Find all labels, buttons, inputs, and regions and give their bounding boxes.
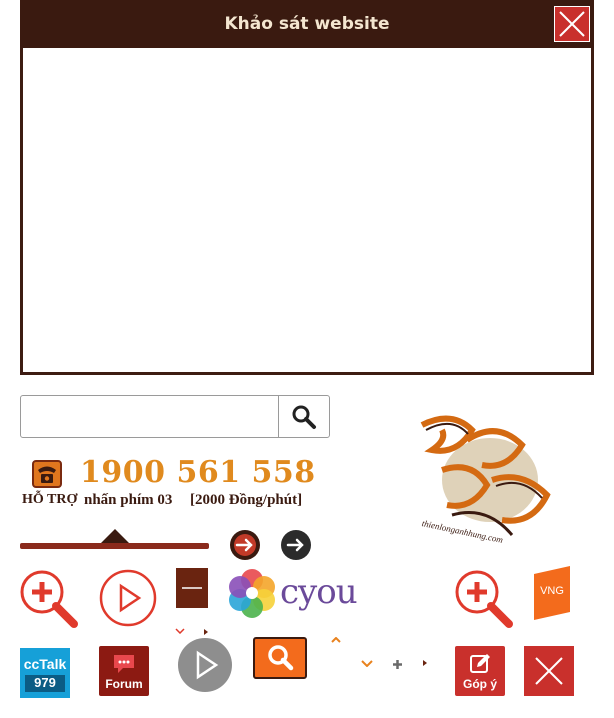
chevron-down-orange-icon[interactable]	[361, 660, 373, 667]
search-box	[20, 395, 330, 438]
close-tile-button[interactable]	[524, 646, 574, 696]
chat-bubble-icon	[114, 655, 134, 673]
vng-label: VNG	[540, 585, 564, 597]
search-icon	[292, 405, 316, 429]
cctalk-number-badge: 979	[25, 675, 65, 692]
minus-tile-button[interactable]	[176, 568, 208, 608]
cyou-logo-icon[interactable]	[227, 568, 277, 618]
telephone-icon	[32, 460, 62, 488]
forum-label: Forum	[105, 677, 143, 691]
search-icon-white	[268, 645, 294, 671]
chevron-up-icon[interactable]	[331, 637, 341, 643]
play-outline-icon[interactable]	[98, 568, 158, 628]
zoom-in-icon[interactable]	[18, 568, 80, 630]
divider-notch	[100, 529, 130, 544]
hotline-price: [2000 Đồng/phút]	[190, 492, 303, 508]
play-icon[interactable]	[177, 637, 233, 693]
feedback-tile[interactable]: Góp ý	[455, 646, 505, 696]
survey-modal: Khảo sát website	[20, 0, 594, 375]
survey-title: Khảo sát website	[224, 14, 390, 34]
caret-right-icon[interactable]	[203, 628, 209, 636]
cyou-wordmark[interactable]: cyou	[280, 572, 358, 612]
feedback-label: Góp ý	[462, 677, 497, 691]
survey-close-button[interactable]	[554, 6, 590, 42]
forum-tile[interactable]: Forum	[99, 646, 149, 696]
survey-content	[23, 48, 591, 372]
minus-icon	[182, 587, 202, 589]
cctalk-name: ccTalk	[23, 656, 67, 672]
plus-small-icon[interactable]	[392, 659, 403, 670]
edit-icon	[470, 654, 490, 673]
caret-right-small-icon[interactable]	[422, 659, 428, 667]
hotline-instruction: nhấn phím 03	[84, 492, 173, 508]
search-button[interactable]	[278, 396, 329, 437]
hotline-number[interactable]: 1900 561 558	[80, 455, 316, 490]
cctalk-tile[interactable]: ccTalk 979	[20, 648, 70, 698]
arrow-right-red-button[interactable]	[229, 529, 261, 561]
cctalk-number: 979	[34, 675, 56, 690]
vng-logo[interactable]: VNG	[534, 566, 570, 620]
search-input[interactable]	[21, 396, 279, 437]
search-tile-button[interactable]	[253, 637, 307, 679]
chevron-down-icon[interactable]	[175, 628, 185, 634]
arrow-right-dark-button[interactable]	[280, 529, 312, 561]
hotline-support-label: HỖ TRỢ	[22, 492, 78, 507]
close-icon-large	[535, 657, 563, 685]
divider-bar	[20, 543, 209, 549]
survey-modal-header: Khảo sát website	[20, 0, 594, 48]
zoom-in-icon-secondary[interactable]	[453, 568, 515, 630]
close-icon	[559, 11, 585, 37]
